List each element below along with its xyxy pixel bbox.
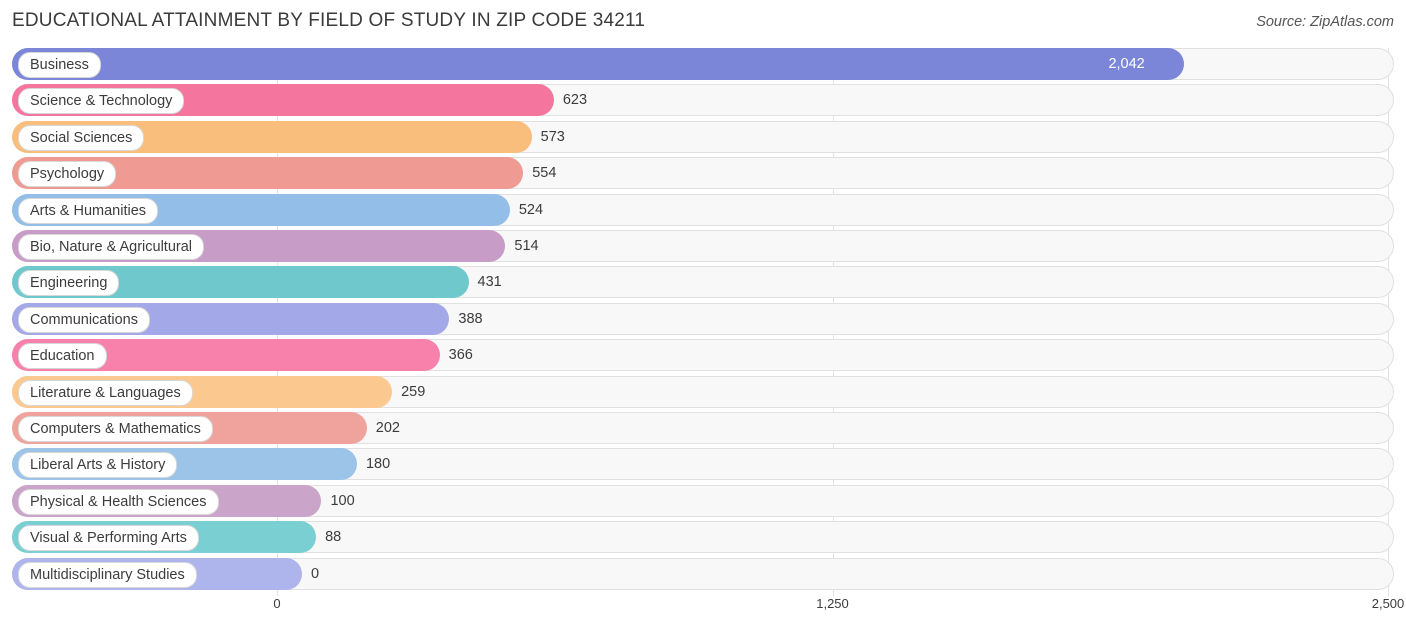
bar-value-label: 2,042: [1108, 56, 1145, 72]
bar-value-label: 388: [458, 310, 483, 327]
page-title: EDUCATIONAL ATTAINMENT BY FIELD OF STUDY…: [12, 10, 646, 31]
bar-value-label: 524: [518, 201, 544, 218]
bar-value-label: 88: [325, 529, 342, 546]
chart-row: 554 Psychology: [12, 157, 1394, 190]
bar-value-label: 259: [401, 383, 426, 400]
x-axis-tick: 0: [273, 596, 281, 611]
x-axis: 0 1,250 2,500: [12, 596, 1404, 620]
chart-row: 524 Arts & Humanities: [12, 193, 1394, 226]
chart-row: 388 Communications: [12, 302, 1394, 335]
chart-row: 202 Computers & Mathematics: [12, 412, 1394, 444]
chart-row: 573 Social Sciences: [12, 120, 1394, 153]
chart-row: 259 Literature & Languages: [12, 375, 1394, 408]
category-label: Multidisciplinary Studies: [18, 561, 197, 588]
category-label: Physical & Health Sciences: [18, 488, 219, 515]
chart-row: 180 Liberal Arts & History: [12, 448, 1394, 481]
bar-value-label: 573: [540, 128, 565, 145]
bar-value-label: 514: [514, 238, 539, 254]
category-label: Computers & Mathematics: [18, 416, 213, 442]
chart-row: 100 Physical & Health Sciences: [12, 484, 1394, 517]
category-label: Literature & Languages: [18, 379, 193, 406]
bar-value-label: 431: [477, 274, 502, 291]
category-label: Education: [18, 343, 107, 370]
bar-chart: 2,042 Business 623 Science & Technology 573 S…: [12, 48, 1394, 596]
x-axis-tick: 1,250: [816, 596, 849, 611]
category-label: Social Sciences: [18, 124, 145, 151]
x-axis-tick: 2,500: [1371, 596, 1405, 611]
chart-page: EDUCATIONAL ATTAINMENT BY FIELD OF STUDY…: [0, 0, 1406, 631]
chart-row: 431 Engineering: [12, 266, 1394, 299]
bar-value-label: 0: [311, 565, 320, 582]
chart-header: EDUCATIONAL ATTAINMENT BY FIELD OF STUDY…: [12, 10, 1394, 38]
bar-value-label: 623: [562, 92, 588, 109]
bar-value-label: 554: [532, 165, 557, 182]
bar[interactable]: [12, 48, 1185, 80]
category-label: Engineering: [18, 270, 120, 297]
category-label: Psychology: [18, 161, 117, 188]
bar-value-label: 202: [375, 420, 400, 436]
chart-row: 366 Education: [12, 339, 1394, 372]
category-label: Visual & Performing Arts: [18, 525, 199, 552]
chart-row: 0 Multidisciplinary Studies: [12, 557, 1394, 590]
category-label: Science & Technology: [18, 88, 185, 115]
chart-row: 2,042 Business: [12, 48, 1394, 80]
bar-value-label: 180: [365, 456, 391, 473]
chart-row: 88 Visual & Performing Arts: [12, 521, 1394, 554]
bar-value-label: 100: [330, 492, 355, 509]
chart-row: 623 Science & Technology: [12, 84, 1394, 117]
source-label: Source: ZipAtlas.com: [1256, 14, 1394, 30]
category-label: Communications: [18, 306, 150, 333]
category-label: Liberal Arts & History: [18, 452, 178, 479]
category-label: Bio, Nature & Agricultural: [18, 234, 204, 260]
plot-area: 2,042 Business 623 Science & Technology 573 S…: [12, 48, 1394, 596]
category-label: Arts & Humanities: [18, 197, 159, 224]
chart-row: 514 Bio, Nature & Agricultural: [12, 230, 1394, 262]
category-label: Business: [18, 52, 101, 78]
bar-value-label: 366: [448, 347, 473, 364]
